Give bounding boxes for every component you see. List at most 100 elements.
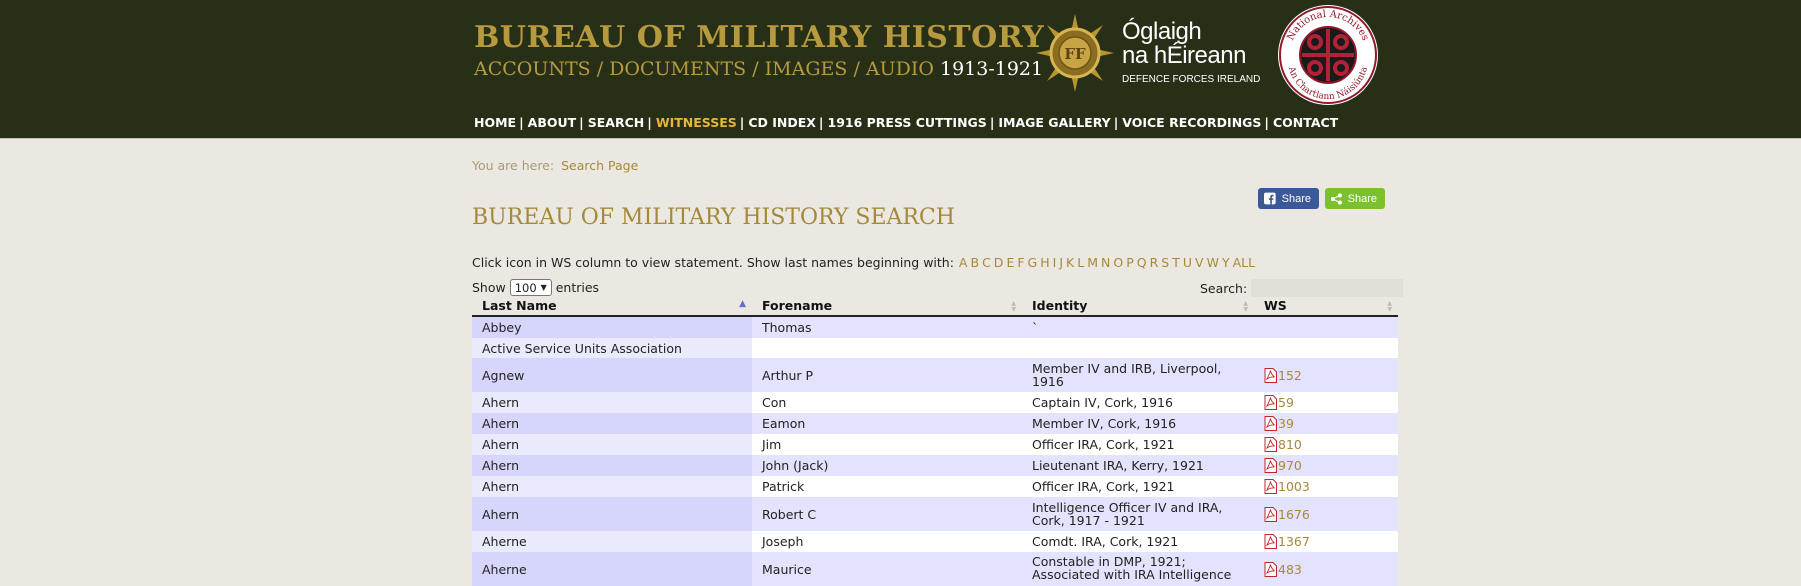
letter-filter-all[interactable]: ALL <box>1233 255 1255 270</box>
ws-statement-link[interactable]: 1367 <box>1264 534 1310 549</box>
pdf-icon <box>1264 506 1277 522</box>
letter-filter-b[interactable]: B <box>970 255 979 270</box>
column-header-label: WS <box>1264 298 1287 313</box>
forename-cell: Thomas <box>762 320 812 335</box>
ws-cell <box>1254 338 1398 358</box>
chevron-down-icon: ▼ <box>540 283 547 292</box>
site-title[interactable]: BUREAU OF MILITARY HISTORY <box>474 20 1044 55</box>
breadcrumb-current[interactable]: Search Page <box>561 158 638 173</box>
identity-cell: ` <box>1032 320 1039 335</box>
letter-filter-p[interactable]: P <box>1126 255 1134 270</box>
forename-cell: Robert C <box>762 506 817 522</box>
pdf-icon <box>1264 395 1277 410</box>
nav-item-witnesses[interactable]: WITNESSES <box>656 115 737 130</box>
ws-cell <box>1254 317 1398 338</box>
intro-instructions: Click icon in WS column to view statemen… <box>472 255 954 270</box>
ws-number: 39 <box>1278 416 1294 431</box>
main-nav: HOME | ABOUT | SEARCH | WITNESSES | CD INDEX | 191… <box>474 113 1338 131</box>
ws-statement-link[interactable]: 39 <box>1264 416 1294 431</box>
nav-separator: | <box>579 114 584 130</box>
dfi-name-line1: Óglaigh <box>1122 18 1202 45</box>
letter-filter-y[interactable]: Y <box>1222 255 1230 270</box>
national-archives-seal-icon[interactable]: National Archives An Chartlann Náisiúnta <box>1276 3 1380 107</box>
letter-filter-i[interactable]: I <box>1053 255 1057 270</box>
last-name-cell: Aherne <box>472 531 752 552</box>
ws-cell: 152 <box>1254 358 1398 392</box>
letter-filter-n[interactable]: N <box>1101 255 1110 270</box>
pdf-icon <box>1264 534 1277 549</box>
share-button[interactable]: Share <box>1325 188 1385 209</box>
letter-filter-r[interactable]: R <box>1150 255 1159 270</box>
nav-separator: | <box>519 114 524 130</box>
ws-statement-link[interactable]: 810 <box>1264 437 1302 452</box>
facebook-share-button[interactable]: Share <box>1258 188 1319 209</box>
ws-statement-link[interactable]: 59 <box>1264 395 1294 410</box>
column-header-ws[interactable]: WS ▲ ▼ <box>1254 296 1398 315</box>
letter-filter-g[interactable]: G <box>1028 255 1038 270</box>
letter-filter-h[interactable]: H <box>1040 255 1049 270</box>
column-header-forename[interactable]: Forename ▲ ▼ <box>752 296 1022 315</box>
letter-filter-k[interactable]: K <box>1066 255 1074 270</box>
ws-cell: 39 <box>1254 413 1398 434</box>
header-divider <box>0 138 1801 139</box>
identity-cell: Constable in DMP, 1921; Associated with … <box>1032 554 1232 582</box>
entries-control: Show 100 ▼ entries <box>472 279 599 296</box>
ws-statement-link[interactable]: 152 <box>1264 367 1302 383</box>
ws-statement-link[interactable]: 483 <box>1264 561 1302 577</box>
nav-item-about[interactable]: ABOUT <box>528 115 577 130</box>
ws-statement-link[interactable]: 1676 <box>1264 506 1310 522</box>
column-header-identity[interactable]: Identity ▲ ▼ <box>1022 296 1254 315</box>
witness-table: Last Name ▲ Forename ▲ ▼ Identity ▲ ▼ WS ▲ ▼ Abbey… <box>472 296 1398 586</box>
letter-filter-d[interactable]: D <box>994 255 1004 270</box>
defence-forces-emblem-icon[interactable]: FF <box>1034 12 1116 94</box>
last-name-cell: Ahern <box>472 434 752 455</box>
letter-filter-s[interactable]: S <box>1161 255 1169 270</box>
table-row: Ahern Robert C Intelligence Officer IV and… <box>472 497 1398 531</box>
nav-item-search[interactable]: SEARCH <box>588 115 644 130</box>
ws-statement-link[interactable]: 1003 <box>1264 479 1310 494</box>
letter-filter-m[interactable]: M <box>1087 255 1098 270</box>
search-label: Search: <box>1200 280 1248 296</box>
ws-statement-link[interactable]: 970 <box>1264 458 1302 473</box>
sort-asc-icon: ▲ <box>739 299 746 309</box>
breadcrumb-label: You are here: <box>472 158 555 173</box>
ws-cell: 1367 <box>1254 531 1398 552</box>
letter-filter-u[interactable]: U <box>1183 255 1192 270</box>
table-search: Search: <box>1200 279 1404 297</box>
column-header-last-name[interactable]: Last Name ▲ <box>472 296 752 315</box>
ws-number: 970 <box>1278 458 1302 473</box>
letter-filter-e[interactable]: E <box>1006 255 1014 270</box>
show-label: Show <box>472 280 506 295</box>
nav-separator: | <box>1113 114 1119 130</box>
last-name-cell: Agnew <box>472 358 752 392</box>
nav-item-1916-press-cuttings[interactable]: 1916 PRESS CUTTINGS <box>828 115 987 130</box>
nav-separator: | <box>1264 114 1269 130</box>
search-input[interactable] <box>1251 279 1404 297</box>
dfi-name-line2: na hÉireann <box>1122 42 1246 69</box>
table-row: Aherne Maurice Constable in DMP, 1921; Ass… <box>472 552 1398 586</box>
table-body: Abbey Thomas ` Active Service Units Associa… <box>472 317 1398 586</box>
ws-cell: 970 <box>1254 455 1398 476</box>
identity-cell: Intelligence Officer IV and IRA, Cork, 1… <box>1032 500 1223 528</box>
nav-item-home[interactable]: HOME <box>474 115 516 130</box>
letter-filter-a[interactable]: A <box>959 255 968 270</box>
letter-filter-v[interactable]: V <box>1195 255 1204 270</box>
entries-select[interactable]: 100 ▼ <box>509 279 552 296</box>
ws-cell: 1003 <box>1254 476 1398 497</box>
last-name-cell: Active Service Units Association <box>472 338 752 358</box>
nav-item-voice-recordings[interactable]: VOICE RECORDINGS <box>1122 115 1261 130</box>
nav-item-cd-index[interactable]: CD INDEX <box>748 115 816 130</box>
letter-filter-j[interactable]: J <box>1059 255 1063 270</box>
ws-cell: 483 <box>1254 552 1398 586</box>
nav-item-contact[interactable]: CONTACT <box>1273 115 1338 130</box>
letter-filter-o[interactable]: O <box>1113 255 1123 270</box>
pdf-icon <box>1264 367 1277 383</box>
forename-cell <box>752 338 1022 358</box>
letter-filter-q[interactable]: Q <box>1137 255 1147 270</box>
nav-item-image-gallery[interactable]: IMAGE GALLERY <box>998 115 1110 130</box>
letter-filter-l[interactable]: L <box>1077 255 1084 270</box>
letter-filter-f[interactable]: F <box>1017 255 1024 270</box>
letter-filter-t[interactable]: T <box>1172 255 1180 270</box>
letter-filter-w[interactable]: W <box>1207 255 1219 270</box>
letter-filter-c[interactable]: C <box>982 255 991 270</box>
